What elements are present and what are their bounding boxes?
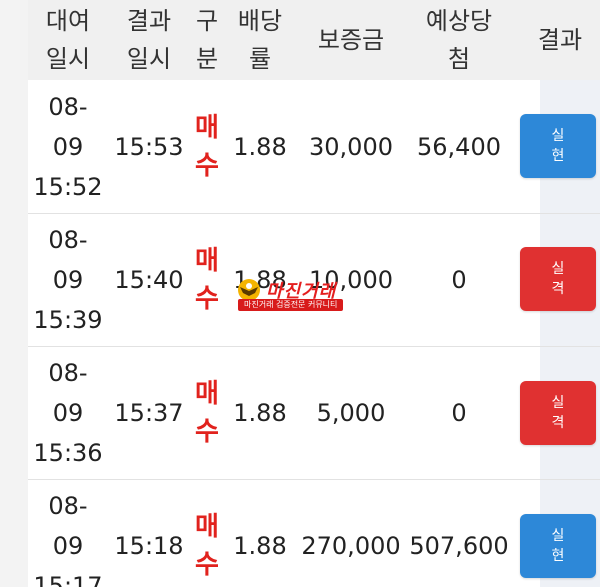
type-cell: 매 수 [195,112,219,181]
left-edge-strip [0,0,28,587]
type-cell: 매 수 [195,246,219,314]
header-result-time: 결과 일시 [126,7,172,73]
result-hit-button[interactable]: 실 현 [520,514,596,578]
result-miss-button[interactable]: 실 격 [520,381,596,445]
header-loan-time: 대여 일시 [45,7,91,73]
deposit-cell: 10,000 [309,266,393,294]
odds-cell: 1.88 [233,532,287,560]
header-odds: 배당 률 [237,7,283,73]
type-cell: 매 수 [195,512,219,580]
table-header: 대여 일시 결과 일시 구 분 배당 률 보증금 예상당 첨 결과 [28,0,600,80]
result-miss-button[interactable]: 실 격 [520,247,596,311]
expected-win-cell: 0 [451,266,467,294]
header-expected-win: 예상당 첨 [425,7,493,73]
deposit-cell: 5,000 [316,399,386,427]
result-time-cell: 15:40 [114,266,184,294]
result-time-cell: 15:18 [114,532,184,560]
header-result: 결과 [537,26,583,54]
result-time-cell: 15:37 [114,399,184,427]
loan-time-cell: 08- 09 15:36 [33,359,103,467]
deposit-cell: 270,000 [301,532,401,560]
loan-time-cell: 08- 09 15:52 [33,92,103,201]
odds-cell: 1.88 [233,399,287,427]
odds-cell: 1.88 [233,266,287,294]
loan-time-cell: 08- 09 15:17 [33,492,103,587]
result-hit-button[interactable]: 실 현 [520,114,596,178]
header-type: 구 분 [195,7,219,73]
table-row: 08- 09 15:17 15:18 매 수 1.88 270,000 507,… [28,480,600,587]
expected-win-cell: 0 [451,399,467,427]
table-row: 08- 09 15:39 15:40 매 수 1.88 10,000 0 실 격 [28,214,600,347]
table-row: 08- 09 15:36 15:37 매 수 1.88 5,000 0 실 격 [28,347,600,480]
expected-win-cell: 507,600 [409,532,509,560]
type-cell: 매 수 [195,379,219,447]
odds-cell: 1.88 [233,132,287,161]
table-row: 08- 09 15:52 15:53 매 수 1.88 30,000 56,40… [28,80,600,214]
header-deposit: 보증금 [317,26,385,54]
loan-time-cell: 08- 09 15:39 [33,226,103,334]
expected-win-cell: 56,400 [417,132,501,161]
trade-history-page: 대여 일시 결과 일시 구 분 배당 률 보증금 예상당 첨 결과 08- 09… [0,0,600,587]
deposit-cell: 30,000 [309,132,393,161]
result-time-cell: 15:53 [114,132,184,161]
